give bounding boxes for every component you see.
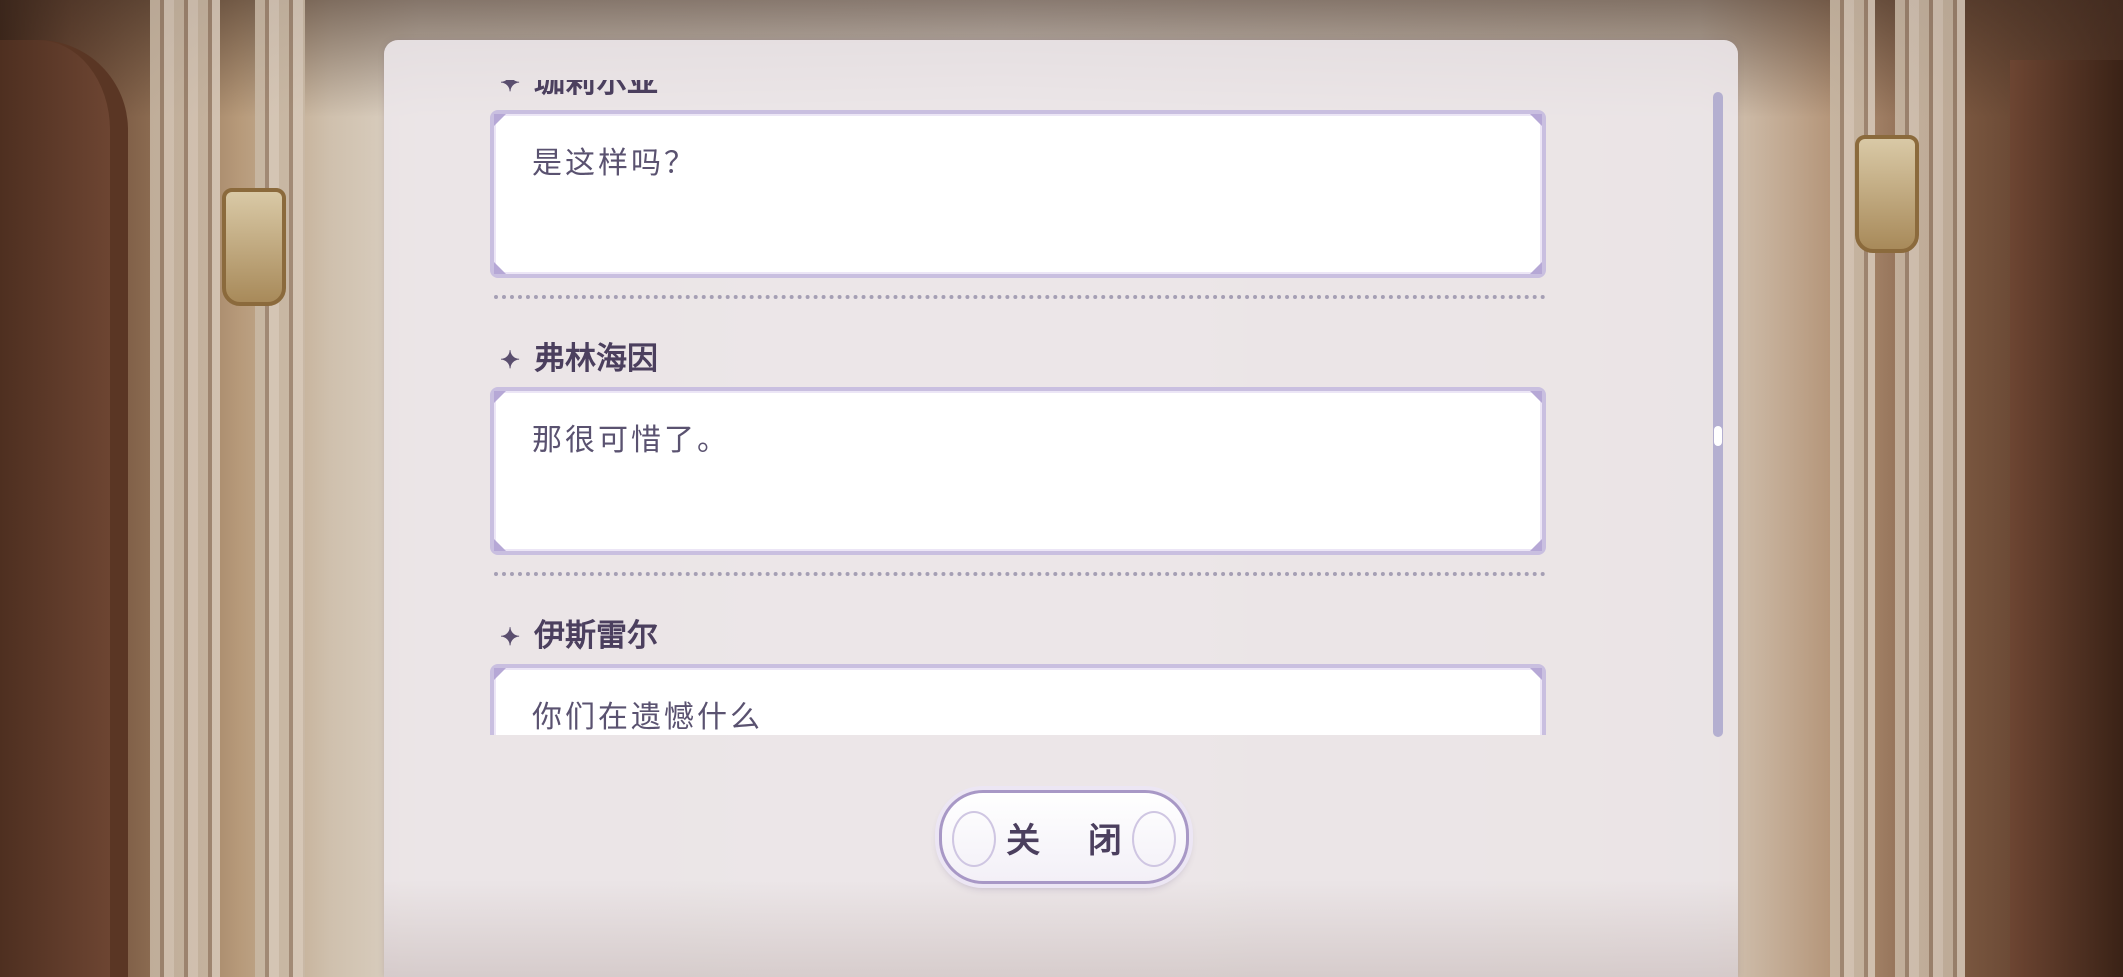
wall-lamp-right	[1855, 135, 1919, 253]
speaker-name-text: 弗林海因	[534, 340, 658, 377]
log-scrollbar[interactable]	[1713, 92, 1723, 737]
speaker-name: ✦ 珈莉尔亚	[500, 80, 658, 100]
wall-lamp-left	[222, 188, 286, 306]
log-scrollbar-thumb[interactable]	[1714, 426, 1722, 446]
dialogue-log-list[interactable]: ✦ 珈莉尔亚 是这样吗？ ✦ 弗林海因 那很可惜了。 ✦ 伊斯雷尔 你们在遗憾什…	[490, 80, 1552, 735]
left-pillar	[150, 0, 220, 977]
dialogue-bubble: 你们在遗憾什么	[490, 664, 1546, 735]
dialogue-line: 那很可惜了。	[532, 423, 730, 458]
close-button[interactable]: 关 闭	[939, 790, 1189, 884]
four-point-star-icon: ✦	[500, 345, 521, 374]
left-pillar-inner	[255, 0, 305, 977]
speaker-name: ✦ 伊斯雷尔	[500, 612, 658, 654]
four-point-star-icon: ✦	[500, 80, 521, 97]
speaker-name: ✦ 弗林海因	[500, 335, 658, 377]
four-point-star-icon: ✦	[500, 622, 521, 651]
button-ornament-right	[1132, 811, 1176, 867]
entry-divider	[494, 572, 1546, 576]
speaker-name-text: 珈莉尔亚	[534, 80, 658, 100]
dialogue-bubble: 那很可惜了。	[490, 387, 1546, 555]
button-ornament-left	[952, 811, 996, 867]
entry-divider	[494, 295, 1546, 299]
right-doorway	[2010, 60, 2123, 977]
dialogue-line: 是这样吗？	[532, 146, 697, 181]
panel-bottom-fade	[384, 880, 1738, 977]
dialogue-line: 你们在遗憾什么	[532, 700, 763, 735]
left-doorway	[0, 40, 128, 977]
speaker-name-text: 伊斯雷尔	[534, 617, 658, 654]
log-entry: ✦ 珈莉尔亚 是这样吗？	[490, 80, 1552, 335]
log-entry: ✦ 弗林海因 那很可惜了。	[490, 335, 1552, 612]
dialogue-bubble: 是这样吗？	[490, 110, 1546, 278]
log-entry: ✦ 伊斯雷尔 你们在遗憾什么	[490, 612, 1552, 735]
close-button-label: 关 闭	[1006, 820, 1140, 861]
